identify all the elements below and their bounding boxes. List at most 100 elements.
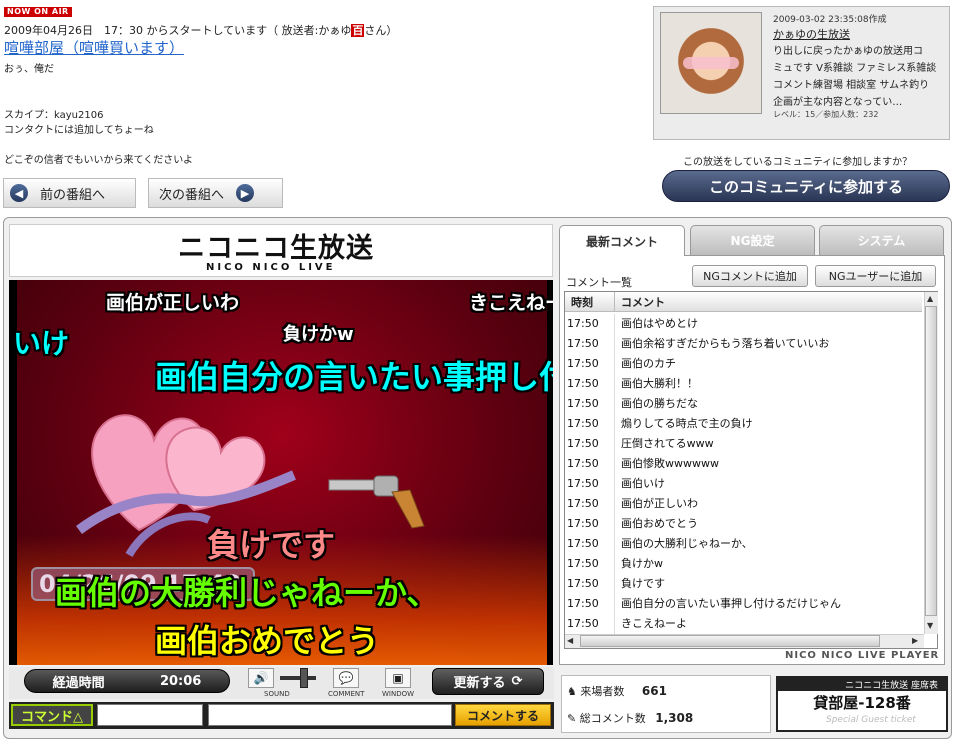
video-screen[interactable]: 04/26/09 17:49 画伯が正しいわ きこえねーよ いけ 負けかw 画伯… (9, 280, 553, 665)
table-row[interactable]: 17:50 画伯が正しいわ (565, 494, 922, 514)
description-line: おぅ、俺だ (4, 64, 54, 75)
row-time: 17:50 (565, 474, 615, 494)
tab-system[interactable]: システム (819, 225, 944, 255)
table-row[interactable]: 17:50 圧倒されてるwww (565, 434, 922, 454)
row-comment: 画伯自分の言いたい事押し付けるだけじゃん (621, 597, 841, 610)
player-brand-label: NICO NICO LIVE PLAYER (785, 650, 940, 661)
overlay-comment: 画伯の大勝利じゃねーか、 (55, 574, 439, 612)
column-header-time[interactable]: 時刻 (565, 292, 615, 312)
comment-toggle-icon[interactable]: 💬 (333, 668, 359, 688)
row-comment: 画伯のカチ (621, 357, 676, 370)
row-time: 17:50 (565, 574, 615, 594)
prev-program-label: 前の番組へ (40, 187, 106, 203)
community-description-line: ミュです V系雑談 ファミレス系雑談 (773, 63, 937, 74)
speaker-icon[interactable]: 🔊 (248, 668, 274, 688)
refresh-icon: ⟳ (511, 674, 523, 689)
elapsed-time-display: 経過時間 20:06 (24, 669, 230, 693)
ng-comment-add-button[interactable]: NGコメントに追加 (692, 265, 808, 287)
table-row[interactable]: 17:50 煽りしてる時点で主の負け (565, 414, 922, 434)
row-time: 17:50 (565, 614, 615, 634)
tab-ng-settings[interactable]: NG設定 (690, 225, 815, 255)
overlay-comment: 画伯自分の言いたい事押し付けるだけじゃん (155, 358, 553, 396)
table-row[interactable]: 17:50 画伯大勝利！！ (565, 374, 922, 394)
volume-slider[interactable] (280, 676, 316, 680)
elapsed-label: 経過時間 (52, 675, 105, 691)
join-question: この放送をしているコミュニティに参加しますか？ (683, 157, 913, 168)
comment-list-title: コメント一覧 (566, 276, 632, 289)
host-badge: 百 (351, 24, 365, 37)
comment-rows: 17:50 画伯はやめとけ 17:50 画伯余裕すぎだからもう落ち着いていいお 17… (565, 314, 922, 634)
community-thumbnail[interactable] (660, 12, 762, 114)
row-comment: 負けかw (621, 557, 663, 570)
tab-latest-comments[interactable]: 最新コメント (559, 225, 685, 256)
table-row[interactable]: 17:50 画伯おめでとう (565, 514, 922, 534)
elapsed-value: 20:06 (159, 673, 202, 689)
row-time: 17:50 (565, 354, 615, 374)
command-button[interactable]: コマンド△ (11, 704, 93, 726)
refresh-label: 更新する (453, 676, 506, 691)
row-comment: きこえねーよ (621, 617, 687, 630)
broadcast-title[interactable]: 喧嘩部屋（喧嘩買います） (4, 37, 184, 58)
row-time: 17:50 (565, 554, 615, 574)
row-time: 17:50 (565, 594, 615, 614)
description-line: どこぞの信者でもいいから来てくださいよ (4, 155, 193, 166)
table-row[interactable]: 17:50 画伯惨敗wwwwww (565, 454, 922, 474)
overlay-comment: きこえねーよ (469, 292, 553, 314)
table-row[interactable]: 17:50 画伯はやめとけ (565, 314, 922, 334)
scroll-right-icon[interactable]: ▶ (912, 636, 918, 645)
table-row[interactable]: 17:50 画伯のカチ (565, 354, 922, 374)
community-created-date: 2009-03-02 23:35:08作成 (773, 15, 887, 25)
comments-stat: ✎ 総コメント数 1,308 (567, 710, 693, 726)
community-name-link[interactable]: かぁゆの生放送 (773, 26, 850, 42)
scroll-left-icon[interactable]: ◀ (567, 636, 573, 645)
window-icon[interactable]: ▣ (385, 668, 411, 688)
community-description-line: コメント練習場 相談室 サムネ釣り (773, 80, 930, 91)
volume-slider-handle[interactable] (300, 668, 308, 688)
command-input[interactable] (97, 704, 203, 726)
row-comment: 画伯いけ (621, 477, 665, 490)
description-line: スカイプ：kayu2106 (4, 110, 104, 121)
row-comment: 画伯おめでとう (621, 517, 698, 530)
prev-program-button[interactable]: ◀ 前の番組へ (3, 178, 136, 208)
table-row[interactable]: 17:50 負けかw (565, 554, 922, 574)
vertical-scroll-thumb[interactable] (925, 306, 937, 616)
seat-ticket-header: ニコニコ生放送 座席表 (778, 678, 946, 691)
refresh-button[interactable]: 更新する ⟳ (432, 668, 544, 695)
scroll-down-icon[interactable]: ▼ (927, 621, 933, 630)
column-header-comment[interactable]: コメント (615, 292, 922, 312)
row-comment: 画伯大勝利！！ (621, 377, 698, 390)
next-program-label: 次の番組へ (159, 187, 225, 203)
overlay-comment: 画伯が正しいわ (106, 292, 240, 314)
row-time: 17:50 (565, 454, 615, 474)
community-description-line: 企画が主な内容となってい… (773, 97, 903, 108)
table-row[interactable]: 17:50 画伯の大勝利じゃねーか、 (565, 534, 922, 554)
seat-ticket-watermark: Special Guest ticket (826, 715, 916, 725)
row-time: 17:50 (565, 514, 615, 534)
next-program-button[interactable]: 次の番組へ ▶ (148, 178, 283, 208)
visitors-icon: ♞ (567, 685, 577, 698)
start-info-text: 2009年04月26日 17：30 からスタートしています（ 放送者:かぁゆ (4, 24, 352, 37)
row-comment: 負けです (621, 577, 665, 590)
table-row[interactable]: 17:50 画伯余裕すぎだからもう落ち着いていいお (565, 334, 922, 354)
ng-user-add-button[interactable]: NGユーザーに追加 (815, 265, 936, 287)
row-comment: 圧倒されてるwww (621, 437, 714, 450)
submit-comment-button[interactable]: コメントする (455, 704, 551, 726)
overlay-comment: 画伯おめでとう (155, 622, 380, 660)
table-row[interactable]: 17:50 画伯いけ (565, 474, 922, 494)
overlay-comment: 負けです (207, 526, 336, 564)
horizontal-scroll-thumb[interactable] (580, 635, 880, 647)
row-comment: 煽りしてる時点で主の負け (621, 417, 753, 430)
join-community-button[interactable]: このコミュニティに参加する (662, 170, 950, 202)
row-comment: 画伯惨敗wwwwww (621, 457, 719, 470)
table-row[interactable]: 17:50 負けです (565, 574, 922, 594)
community-level: レベル：15／参加人数：232 (773, 110, 879, 119)
comment-input[interactable] (208, 704, 452, 726)
row-comment: 画伯はやめとけ (621, 317, 698, 330)
table-row[interactable]: 17:50 画伯自分の言いたい事押し付けるだけじゃん (565, 594, 922, 614)
arrow-left-icon: ◀ (10, 184, 28, 202)
scroll-up-icon[interactable]: ▲ (927, 294, 933, 303)
row-comment: 画伯余裕すぎだからもう落ち着いていいお (621, 337, 830, 350)
table-row[interactable]: 17:50 画伯の勝ちだな (565, 394, 922, 414)
table-row[interactable]: 17:50 きこえねーよ (565, 614, 922, 634)
nico-live-logo: ニコニコ生放送 (178, 233, 374, 264)
